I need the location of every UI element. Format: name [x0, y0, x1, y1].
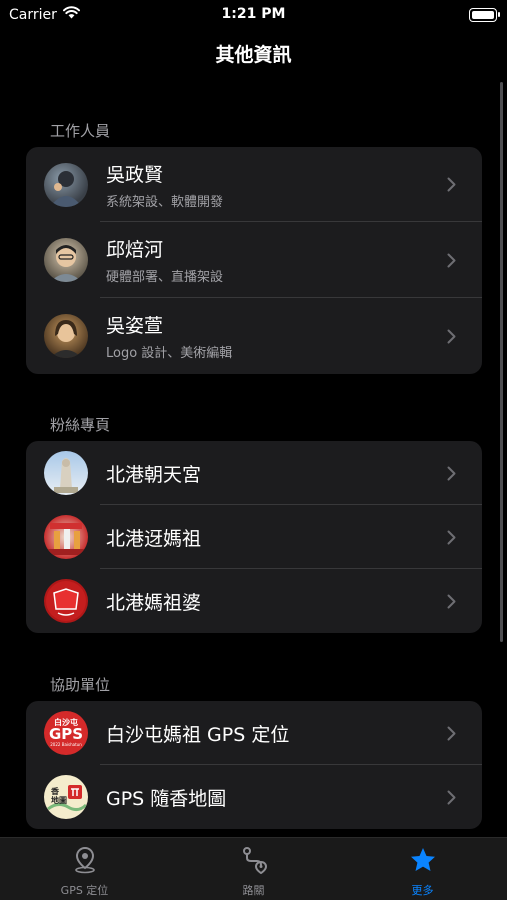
tab-bar: GPS 定位 路關 更多	[0, 837, 507, 900]
gps-logo: 白沙屯 GPS 2022 Baishatun	[44, 711, 88, 755]
logo-small-text: 2022 Baishatun	[50, 741, 82, 747]
tab-more[interactable]: 更多	[338, 838, 507, 900]
fanpage-row-2[interactable]: 北港迓媽祖	[26, 505, 482, 569]
staff-row-3[interactable]: 吳姿萱 Logo 設計、美術編輯	[26, 298, 482, 374]
avatar	[44, 579, 88, 623]
partner-name: GPS 隨香地圖	[106, 787, 227, 810]
chevron-right-icon	[442, 253, 460, 268]
staff-role: 硬體部署、直播架設	[106, 270, 224, 285]
chevron-right-icon	[442, 329, 460, 344]
chevron-right-icon	[442, 530, 460, 545]
partner-row-2[interactable]: 香 地圖 GPS 隨香地圖	[26, 765, 482, 829]
logo-big-text: GPS	[48, 724, 84, 743]
star-icon	[409, 846, 437, 878]
tab-route[interactable]: 路關	[169, 838, 338, 900]
partner-row-1[interactable]: 白沙屯 GPS 2022 Baishatun 白沙屯媽祖 GPS 定位	[26, 701, 482, 765]
page-title: 其他資訊	[215, 44, 292, 66]
staff-name: 邱焙河	[106, 239, 164, 261]
logo-text: 香 地圖	[51, 787, 67, 805]
partner-name: 白沙屯媽祖 GPS 定位	[106, 723, 290, 746]
section-header-partners: 協助單位	[50, 676, 111, 694]
chevron-right-icon	[442, 594, 460, 609]
chevron-right-icon	[442, 790, 460, 805]
staff-row-2[interactable]: 邱焙河 硬體部署、直播架設	[26, 222, 482, 298]
scrollbar[interactable]	[500, 82, 503, 642]
map-logo: 香 地圖	[44, 775, 88, 819]
chevron-right-icon	[442, 726, 460, 741]
staff-name: 吳姿萱	[106, 315, 164, 337]
fanpages-group: 北港朝天宮 北港迓媽祖 北港媽祖婆	[26, 441, 482, 633]
tab-label: 更多	[411, 884, 434, 897]
chevron-right-icon	[442, 177, 460, 192]
location-pin-icon	[72, 846, 98, 878]
fanpage-row-3[interactable]: 北港媽祖婆	[26, 569, 482, 633]
section-header-staff: 工作人員	[50, 122, 111, 140]
avatar	[44, 314, 88, 358]
staff-row-1[interactable]: 吳政賢 系統架設、軟體開發	[26, 147, 482, 222]
staff-name: 吳政賢	[106, 163, 164, 186]
avatar	[44, 451, 88, 495]
fanpage-name: 北港朝天宮	[106, 463, 202, 486]
route-icon	[240, 846, 268, 878]
staff-group: 吳政賢 系統架設、軟體開發 邱焙河 硬體部署、直播架設 吳姿萱 Logo 設計、…	[26, 147, 482, 374]
tab-label: GPS 定位	[60, 884, 109, 897]
chevron-right-icon	[442, 466, 460, 481]
tab-label: 路關	[242, 884, 265, 897]
staff-role: Logo 設計、美術編輯	[106, 346, 233, 361]
fanpage-name: 北港迓媽祖	[106, 527, 202, 550]
partners-group: 白沙屯 GPS 2022 Baishatun 白沙屯媽祖 GPS 定位 香 地圖…	[26, 701, 482, 829]
clock: 1:21 PM	[221, 6, 286, 22]
avatar	[44, 238, 88, 282]
tab-gps-location[interactable]: GPS 定位	[0, 838, 169, 900]
fanpage-name: 北港媽祖婆	[106, 591, 202, 614]
avatar	[44, 515, 88, 559]
battery-icon	[469, 8, 500, 22]
status-bar: Carrier 1:21 PM	[0, 0, 507, 28]
fanpage-row-1[interactable]: 北港朝天宮	[26, 441, 482, 505]
staff-role: 系統架設、軟體開發	[106, 194, 224, 210]
section-header-fanpages: 粉絲專頁	[50, 416, 111, 434]
avatar	[44, 162, 88, 207]
